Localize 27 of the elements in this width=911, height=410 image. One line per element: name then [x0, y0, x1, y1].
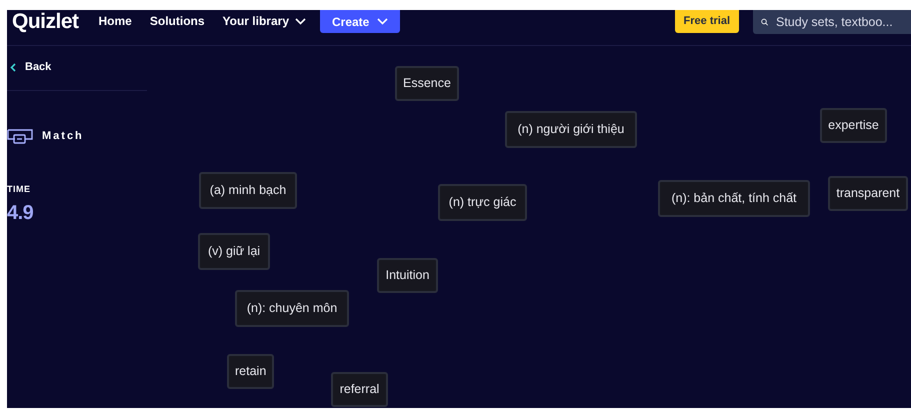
match-tile[interactable]: (n): bản chất, tính chất	[658, 180, 810, 217]
match-tile[interactable]: Essence	[395, 66, 459, 101]
match-tile[interactable]: retain	[227, 354, 274, 389]
chevron-down-icon	[295, 18, 306, 25]
match-mode-icon	[7, 128, 33, 144]
nav-link[interactable]: Solutions	[150, 10, 205, 33]
match-tile[interactable]: referral	[331, 372, 388, 407]
dropdown-link[interactable]: Your library	[222, 10, 306, 33]
free-trial-button[interactable]: Free trial	[674, 10, 739, 33]
back-chevron-icon	[10, 62, 16, 72]
match-tile[interactable]: Intuition	[377, 258, 438, 293]
time-value: 4.9	[7, 201, 34, 226]
match-tile[interactable]: (v) giữ lại	[198, 233, 270, 270]
logo[interactable]: Quizlet	[12, 10, 79, 33]
search-field[interactable]: Study sets, textboo...	[753, 10, 911, 34]
nav-link[interactable]: Home	[98, 10, 132, 33]
back-link[interactable]: Back	[10, 59, 52, 76]
match-tile[interactable]: expertise	[820, 108, 887, 143]
create-button[interactable]: Create	[320, 10, 400, 33]
match-tile[interactable]: (a) minh bạch	[199, 172, 297, 209]
time-label: TIME	[7, 183, 30, 196]
chevron-down-icon	[377, 18, 388, 25]
mode-title: Match	[42, 129, 84, 144]
match-tile[interactable]: transparent	[828, 176, 908, 211]
match-tile[interactable]: (n) người giới thiệu	[505, 111, 637, 148]
match-tile[interactable]: (n): chuyên môn	[235, 290, 349, 327]
match-tile[interactable]: (n) trực giác	[438, 184, 527, 221]
